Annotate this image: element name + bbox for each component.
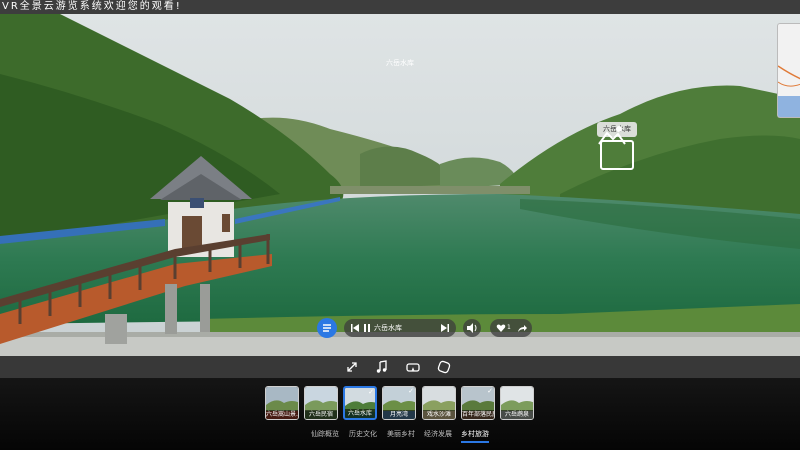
audio-player: 六岳水库 bbox=[344, 319, 456, 337]
category-tab[interactable]: 仙踪概览 bbox=[311, 430, 339, 439]
visited-check-icon: ✓ bbox=[368, 388, 374, 396]
skip-previous-icon[interactable] bbox=[350, 319, 362, 337]
vr-goggles-icon[interactable] bbox=[405, 359, 421, 375]
visited-check-icon: ✓ bbox=[408, 387, 414, 395]
fullscreen-icon[interactable] bbox=[344, 359, 360, 375]
scene-thumbnail[interactable]: 六岳民宿 bbox=[304, 386, 338, 420]
scene-thumbnail[interactable]: 六岳嵩山景... bbox=[265, 386, 299, 420]
minimap-panel[interactable] bbox=[777, 23, 800, 118]
category-tab[interactable]: 历史文化 bbox=[349, 430, 377, 439]
scene-thumbnail-label: 月亮湾 bbox=[383, 410, 415, 419]
scene-thumbnail-label: 百年部落民居 bbox=[462, 410, 494, 419]
scene-menu-button[interactable] bbox=[317, 318, 337, 338]
scene-title: 六岳水库 bbox=[386, 59, 414, 67]
menu-list-icon[interactable] bbox=[317, 318, 337, 338]
scene-thumbnail-label: 六岳民宿 bbox=[305, 410, 337, 419]
visited-check-icon: ✓ bbox=[487, 387, 493, 395]
music-icon[interactable] bbox=[374, 359, 390, 375]
panorama-viewer[interactable]: 六岳水库 六岳水库 六岳水库 bbox=[0, 14, 800, 356]
skip-next-icon[interactable] bbox=[440, 319, 452, 337]
scene-thumbnail[interactable]: 戏水沙滩 bbox=[422, 386, 456, 420]
marquee-text: VR全景云游览系统欢迎您的观看! bbox=[2, 1, 182, 12]
scene-thumbnail-label: 六岳嵩山景... bbox=[266, 410, 298, 419]
volume-icon[interactable] bbox=[463, 319, 481, 337]
scene-thumbnail[interactable]: ✓ 月亮湾 bbox=[382, 386, 416, 420]
category-tab[interactable]: 经济发展 bbox=[424, 430, 452, 439]
pause-icon[interactable] bbox=[362, 319, 374, 337]
function-toolbar bbox=[0, 356, 800, 378]
scene-thumbnail-label: 戏水沙滩 bbox=[423, 410, 455, 419]
like-count: 1 bbox=[507, 324, 511, 331]
scene-thumbnail[interactable]: ✓ 六岳水库 bbox=[343, 386, 377, 420]
volume-button[interactable] bbox=[463, 319, 481, 337]
category-tab[interactable]: 乡村旅游 bbox=[461, 430, 489, 439]
scene-thumbnail[interactable]: ✓ 百年部落民居 bbox=[461, 386, 495, 420]
audio-track-name: 六岳水库 bbox=[374, 324, 402, 332]
scene-thumbnail[interactable]: 六岳鹉泉 bbox=[500, 386, 534, 420]
scene-hotspot[interactable]: 六岳水库 bbox=[597, 122, 637, 170]
welcome-marquee: VR全景云游览系统欢迎您的观看! bbox=[0, 0, 800, 14]
active-tab-underline bbox=[461, 441, 489, 443]
scene-thumbnail-label: 六岳水库 bbox=[345, 409, 375, 418]
gyroscope-icon[interactable] bbox=[436, 359, 452, 375]
scene-thumbnail-label: 六岳鹉泉 bbox=[501, 410, 533, 419]
category-tab[interactable]: 美丽乡村 bbox=[387, 430, 415, 439]
landscape-picture-icon[interactable] bbox=[598, 126, 634, 170]
like-share-bar: 1 bbox=[490, 319, 532, 337]
scene-navigator: 六岳嵩山景... 六岳民宿 ✓ 六岳水库 ✓ 月亮湾戏水沙滩 ✓ 百年部落民居六岳鹉泉 仙踪概… bbox=[0, 378, 800, 450]
